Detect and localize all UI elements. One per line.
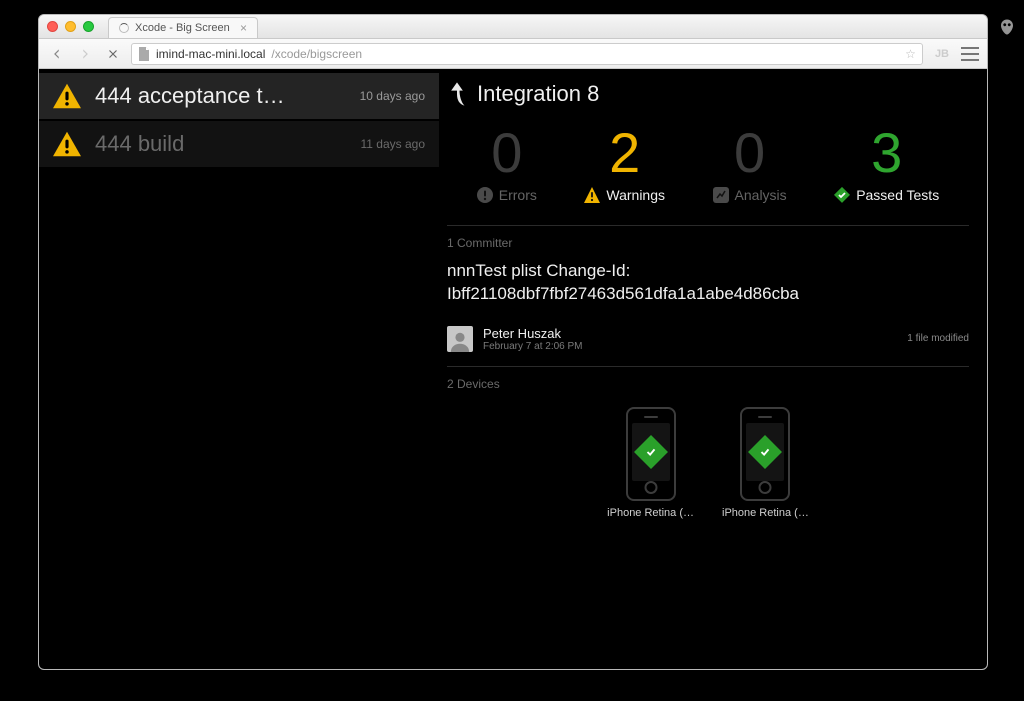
bot-age: 11 days ago: [361, 137, 426, 151]
stat-label: Warnings: [584, 187, 665, 203]
stop-reload-button[interactable]: [103, 44, 123, 64]
device-label: iPhone Retina (…: [607, 507, 694, 519]
stat-warnings: 2 Warnings: [584, 125, 665, 203]
bot-title: 444 acceptance t…: [95, 83, 346, 109]
device-item[interactable]: iPhone Retina (…: [607, 407, 694, 519]
avatar: [447, 326, 473, 352]
stat-label: Passed Tests: [834, 187, 939, 203]
warning-icon: [584, 187, 600, 203]
back-button[interactable]: [47, 44, 67, 64]
bot-list: 444 acceptance t… 10 days ago 444 build …: [39, 69, 439, 669]
tab-title: Xcode - Big Screen: [135, 22, 230, 34]
stat-label: Analysis: [713, 187, 787, 203]
stat-value: 0: [491, 125, 522, 181]
device-item[interactable]: iPhone Retina (…: [722, 407, 809, 519]
url-host: imind-mac-mini.local: [156, 47, 265, 61]
stats-row: 0 Errors 2 Warnings 0: [447, 125, 969, 203]
traffic-lights: [47, 21, 94, 32]
bot-row[interactable]: 444 acceptance t… 10 days ago: [39, 73, 439, 119]
stat-errors: 0 Errors: [477, 125, 537, 203]
browser-tab[interactable]: Xcode - Big Screen ×: [108, 17, 258, 38]
stat-value: 0: [734, 125, 765, 181]
tab-strip: Xcode - Big Screen ×: [108, 15, 258, 38]
check-diamond-icon: [834, 187, 850, 203]
window-titlebar: Xcode - Big Screen ×: [39, 15, 987, 39]
committer-row: Peter Huszak February 7 at 2:06 PM 1 fil…: [447, 326, 969, 352]
check-diamond-icon: [634, 435, 668, 469]
devices-count: 2 Devices: [447, 377, 969, 391]
committer-date: February 7 at 2:06 PM: [483, 341, 583, 352]
commit-message: nnnTest plist Change-Id: Ibff21108dbf7fb…: [447, 260, 969, 306]
browser-window: Xcode - Big Screen × imind-mac-mini.loca…: [38, 14, 988, 670]
integration-detail: Integration 8 0 Errors 2 Warnings: [439, 69, 987, 669]
bot-row[interactable]: 444 build 11 days ago: [39, 121, 439, 167]
url-path: /xcode/bigscreen: [271, 47, 362, 61]
page-content: 444 acceptance t… 10 days ago 444 build …: [39, 69, 987, 669]
committer-name: Peter Huszak: [483, 326, 583, 341]
profile-badge[interactable]: JB: [931, 48, 953, 60]
integration-title: Integration 8: [477, 81, 599, 107]
browser-toolbar: imind-mac-mini.local/xcode/bigscreen ☆ J…: [39, 39, 987, 69]
bookmark-star-icon[interactable]: ☆: [905, 47, 916, 61]
bot-age: 10 days ago: [360, 89, 425, 103]
window-maximize-button[interactable]: [83, 21, 94, 32]
tab-close-icon[interactable]: ×: [240, 21, 247, 35]
check-diamond-icon: [748, 435, 782, 469]
bot-title: 444 build: [95, 131, 347, 157]
forward-button[interactable]: [75, 44, 95, 64]
url-bar[interactable]: imind-mac-mini.local/xcode/bigscreen ☆: [131, 43, 923, 65]
stat-value: 2: [609, 125, 640, 181]
warning-icon: [53, 83, 81, 109]
loading-spinner-icon: [119, 23, 129, 33]
window-minimize-button[interactable]: [65, 21, 76, 32]
stat-analysis: 0 Analysis: [713, 125, 787, 203]
integration-header: Integration 8: [447, 81, 969, 107]
divider: [447, 225, 969, 226]
window-close-button[interactable]: [47, 21, 58, 32]
committers-count: 1 Committer: [447, 236, 969, 250]
stat-label: Errors: [477, 187, 537, 203]
phone-icon: [740, 407, 790, 501]
device-label: iPhone Retina (…: [722, 507, 809, 519]
devices-row: iPhone Retina (… iPhone Retina (…: [447, 407, 969, 519]
error-icon: [477, 187, 493, 203]
divider: [447, 366, 969, 367]
profile-alien-icon: [998, 18, 1016, 36]
stat-passed: 3 Passed Tests: [834, 125, 939, 203]
integrate-arrow-icon: [447, 82, 467, 106]
stat-value: 3: [871, 125, 902, 181]
phone-icon: [626, 407, 676, 501]
page-icon: [138, 47, 150, 61]
warning-icon: [53, 131, 81, 157]
files-modified: 1 file modified: [907, 333, 969, 344]
hamburger-menu-button[interactable]: [961, 47, 979, 61]
analysis-icon: [713, 187, 729, 203]
